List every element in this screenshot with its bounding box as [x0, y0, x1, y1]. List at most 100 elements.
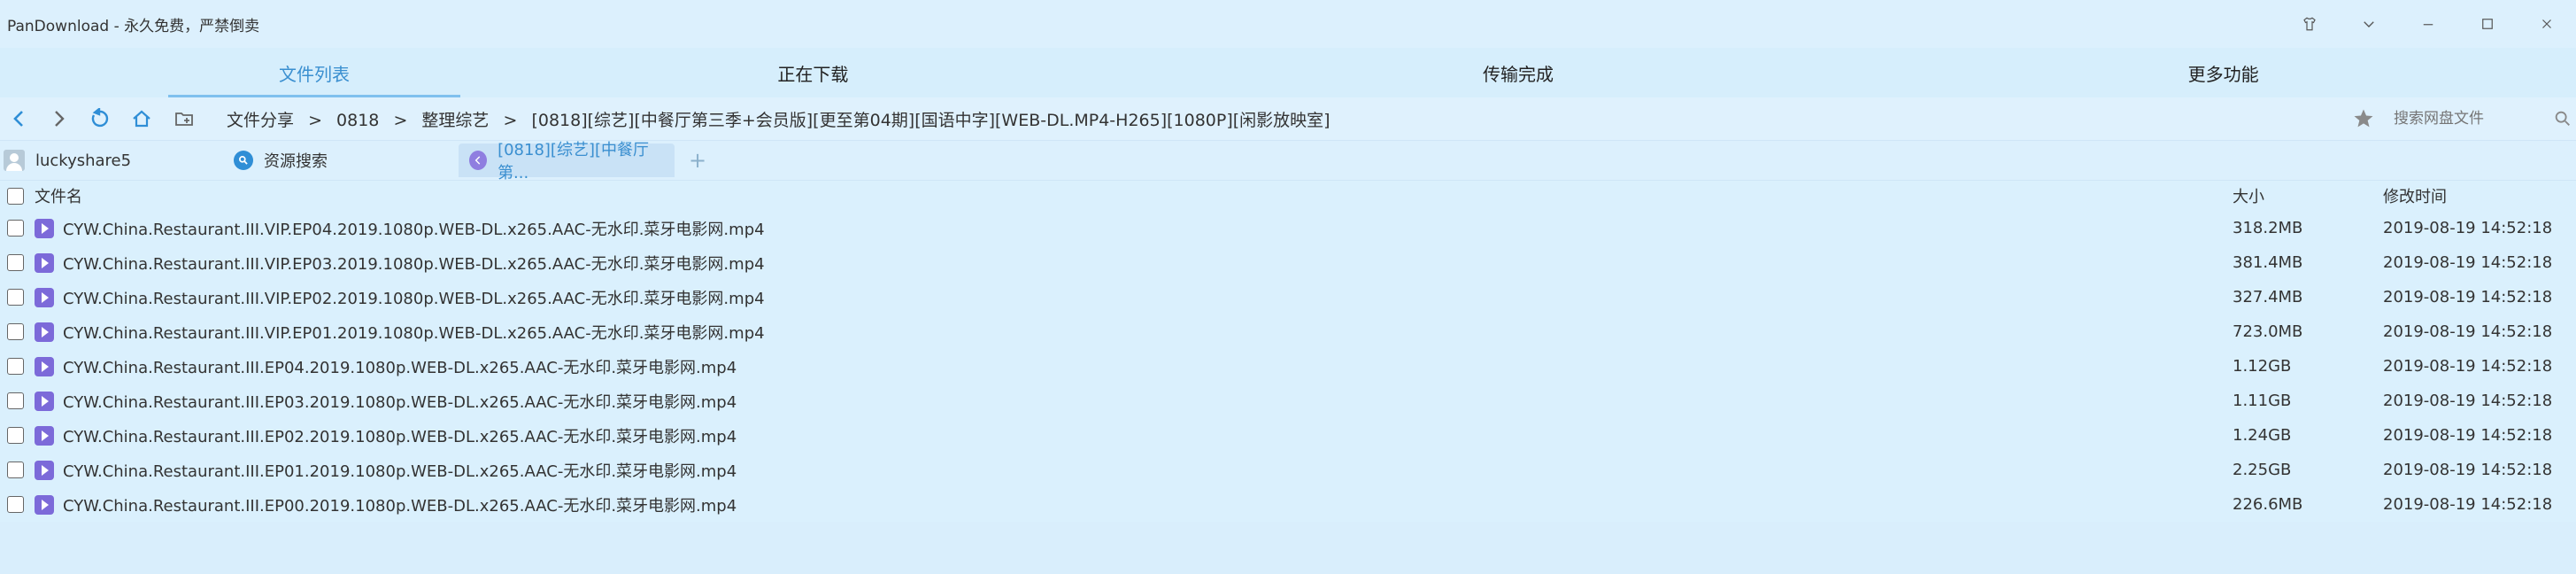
row-checkbox[interactable]	[7, 462, 24, 478]
minimize-button[interactable]	[2398, 0, 2457, 48]
tab-current-folder[interactable]: [0818][综艺][中餐厅第...	[459, 141, 675, 182]
refresh-button[interactable]	[78, 97, 120, 140]
table-row[interactable]: CYW.China.Restaurant.III.EP00.2019.1080p…	[0, 487, 2576, 522]
window-controls	[2279, 0, 2576, 48]
row-checkbox[interactable]	[7, 323, 24, 340]
file-size: 318.2MB	[2233, 219, 2303, 237]
file-modified: 2019-08-19 14:52:18	[2383, 357, 2553, 376]
folder-add-icon	[175, 112, 193, 126]
file-name: CYW.China.Restaurant.III.EP02.2019.1080p…	[63, 427, 737, 446]
file-modified: 2019-08-19 14:52:18	[2383, 461, 2553, 479]
search-input[interactable]	[2392, 109, 2546, 128]
table-row[interactable]: CYW.China.Restaurant.III.VIP.EP02.2019.1…	[0, 280, 2576, 314]
search-icon	[234, 151, 253, 170]
tabs-spacer	[0, 48, 168, 97]
maximize-button[interactable]	[2457, 0, 2517, 48]
file-name: CYW.China.Restaurant.III.EP01.2019.1080p…	[63, 462, 737, 481]
column-modified[interactable]: 修改时间	[2383, 184, 2447, 207]
avatar	[4, 150, 25, 171]
file-size: 327.4MB	[2233, 288, 2303, 306]
new-folder-button[interactable]	[163, 97, 205, 140]
table-row[interactable]: CYW.China.Restaurant.III.EP03.2019.1080p…	[0, 384, 2576, 418]
home-icon	[133, 110, 150, 128]
tab-downloading[interactable]: 正在下载	[460, 48, 1166, 97]
menu-button[interactable]	[2339, 0, 2398, 48]
file-name: CYW.China.Restaurant.III.VIP.EP04.2019.1…	[63, 220, 765, 239]
file-name: CYW.China.Restaurant.III.EP00.2019.1080p…	[63, 496, 737, 516]
file-name: CYW.China.Restaurant.III.VIP.EP01.2019.1…	[63, 323, 765, 343]
row-checkbox[interactable]	[7, 289, 24, 306]
breadcrumb-separator: >	[503, 110, 518, 130]
video-file-icon	[35, 460, 54, 480]
title-bar: PanDownload - 永久免费，严禁倒卖	[0, 0, 2576, 48]
forward-button[interactable]	[39, 97, 78, 140]
window-title: PanDownload - 永久免费，严禁倒卖	[7, 17, 260, 35]
breadcrumb-item[interactable]: 0818	[336, 111, 379, 130]
breadcrumb-item[interactable]: 文件分享	[227, 111, 294, 130]
row-checkbox[interactable]	[7, 496, 24, 513]
file-list: 文件名 大小 修改时间 CYW.China.Restaurant.III.VIP…	[0, 181, 2576, 522]
video-file-icon	[35, 322, 54, 342]
navigation-bar: 文件分享 > 0818 > 整理综艺 > [0818][综艺][中餐厅第三季+会…	[0, 97, 2576, 141]
close-button[interactable]	[2517, 0, 2576, 48]
search-icon[interactable]	[2553, 109, 2572, 128]
table-row[interactable]: CYW.China.Restaurant.III.EP01.2019.1080p…	[0, 453, 2576, 487]
file-modified: 2019-08-19 14:52:18	[2383, 219, 2553, 237]
row-checkbox[interactable]	[7, 358, 24, 375]
search-area	[2351, 97, 2576, 140]
file-size: 2.25GB	[2233, 461, 2292, 479]
chevron-down-icon	[2363, 21, 2374, 27]
table-row[interactable]: CYW.China.Restaurant.III.EP04.2019.1080p…	[0, 349, 2576, 384]
video-file-icon	[35, 425, 54, 446]
share-icon	[469, 151, 488, 170]
tab-file-list[interactable]: 文件列表	[168, 48, 460, 97]
file-modified: 2019-08-19 14:52:18	[2383, 288, 2553, 306]
file-size: 1.24GB	[2233, 426, 2292, 445]
select-all-checkbox[interactable]	[7, 187, 24, 205]
file-modified: 2019-08-19 14:52:18	[2383, 392, 2553, 410]
row-checkbox[interactable]	[7, 427, 24, 444]
file-name: CYW.China.Restaurant.III.EP04.2019.1080p…	[63, 358, 737, 377]
add-tab-button[interactable]: +	[689, 148, 706, 173]
file-size: 1.12GB	[2233, 357, 2292, 376]
tab-completed[interactable]: 传输完成	[1166, 48, 1871, 97]
row-checkbox[interactable]	[7, 392, 24, 409]
column-size[interactable]: 大小	[2233, 184, 2264, 207]
back-arrow-icon	[13, 111, 23, 127]
back-button[interactable]	[0, 97, 39, 140]
file-size: 1.11GB	[2233, 392, 2292, 410]
column-name[interactable]: 文件名	[35, 184, 2576, 207]
video-file-icon	[35, 287, 54, 307]
file-name: CYW.China.Restaurant.III.VIP.EP03.2019.1…	[63, 254, 765, 274]
tab-label: [0818][综艺][中餐厅第...	[497, 141, 649, 182]
video-file-icon	[35, 494, 54, 515]
row-checkbox[interactable]	[7, 254, 24, 271]
file-name: CYW.China.Restaurant.III.VIP.EP02.2019.1…	[63, 289, 765, 308]
home-button[interactable]	[120, 97, 163, 140]
file-modified: 2019-08-19 14:52:18	[2383, 322, 2553, 341]
tab-more[interactable]: 更多功能	[1870, 48, 2576, 97]
breadcrumb-separator: >	[308, 110, 322, 130]
star-icon[interactable]	[2351, 106, 2376, 131]
file-size: 723.0MB	[2233, 322, 2303, 341]
skin-button[interactable]	[2279, 0, 2339, 48]
breadcrumb-item[interactable]: 整理综艺	[421, 111, 489, 130]
table-row[interactable]: CYW.China.Restaurant.III.VIP.EP01.2019.1…	[0, 314, 2576, 349]
file-modified: 2019-08-19 14:52:18	[2383, 495, 2553, 514]
file-size: 226.6MB	[2233, 495, 2303, 514]
row-checkbox[interactable]	[7, 220, 24, 237]
file-name: CYW.China.Restaurant.III.EP03.2019.1080p…	[63, 392, 737, 412]
table-row[interactable]: CYW.China.Restaurant.III.VIP.EP03.2019.1…	[0, 245, 2576, 280]
video-file-icon	[35, 356, 54, 376]
account-user[interactable]: luckyshare5	[0, 150, 212, 171]
video-file-icon	[35, 391, 54, 411]
breadcrumb-separator: >	[393, 110, 408, 130]
tab-resource-search[interactable]: 资源搜索	[223, 144, 448, 177]
file-size: 381.4MB	[2233, 253, 2303, 272]
table-row[interactable]: CYW.China.Restaurant.III.VIP.EP04.2019.1…	[0, 211, 2576, 245]
breadcrumb-item[interactable]: [0818][综艺][中餐厅第三季+会员版][更至第04期][国语中字][WEB…	[531, 111, 1330, 130]
refresh-icon	[91, 108, 109, 128]
table-row[interactable]: CYW.China.Restaurant.III.EP02.2019.1080p…	[0, 418, 2576, 453]
shirt-icon	[2302, 17, 2316, 31]
account-bar: luckyshare5 资源搜索 [0818][综艺][中餐厅第... +	[0, 141, 2576, 182]
